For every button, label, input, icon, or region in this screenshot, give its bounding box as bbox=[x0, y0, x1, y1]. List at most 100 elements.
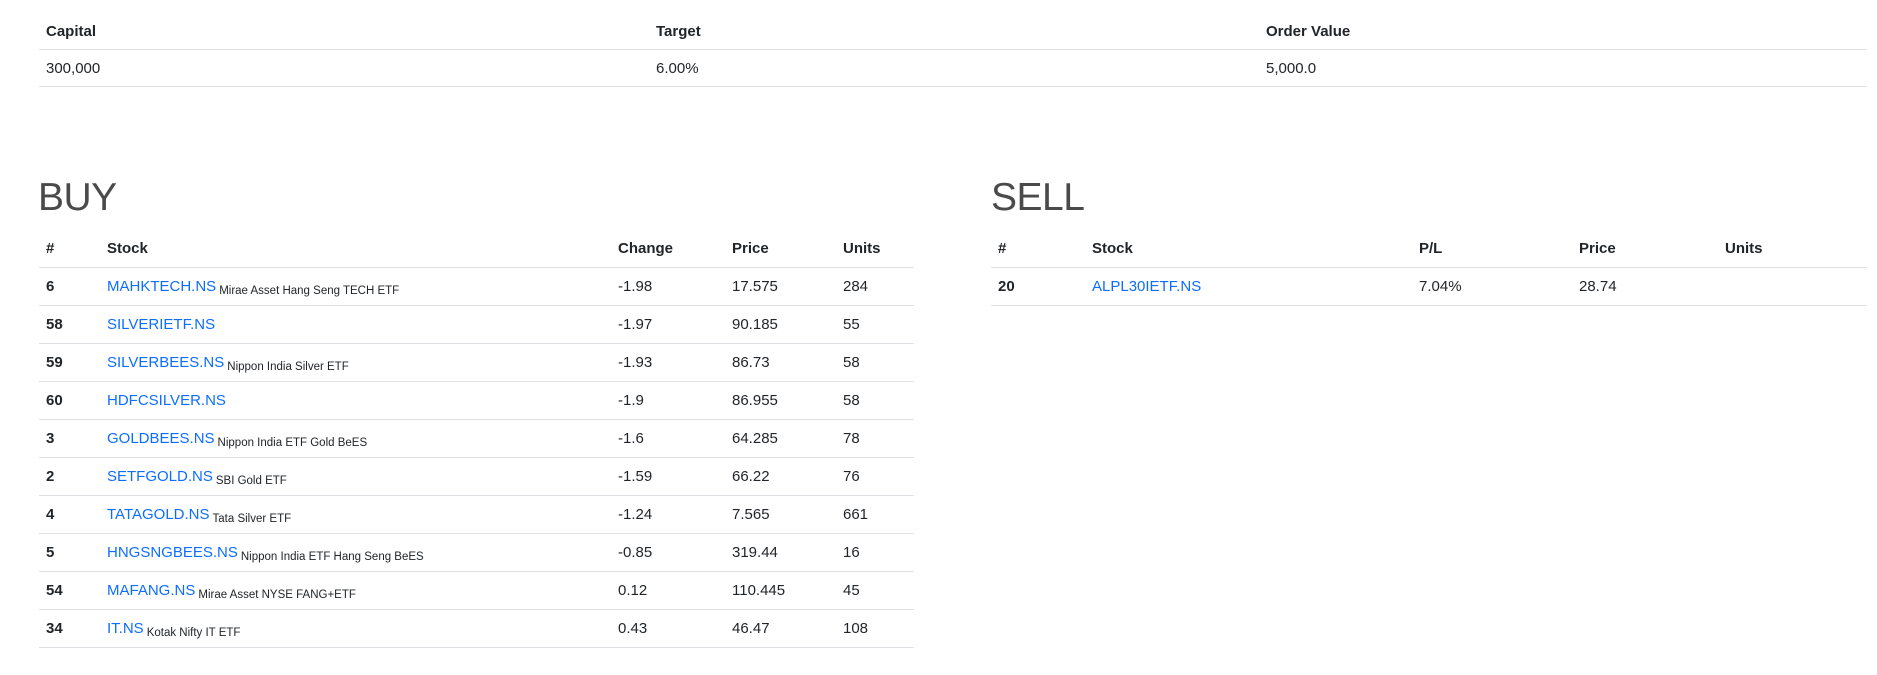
buy-row-num: 58 bbox=[39, 305, 100, 344]
buy-row-units: 16 bbox=[836, 533, 914, 572]
sell-row-price: 28.74 bbox=[1572, 267, 1718, 306]
buy-row-stock: GOLDBEES.NS Nippon India ETF Gold BeES bbox=[100, 419, 611, 458]
buy-header-row: # Stock Change Price Units bbox=[39, 230, 914, 268]
sell-row: 20 ALPL30IETF.NS 7.04% 28.74 bbox=[991, 267, 1867, 306]
buy-row-price: 7.565 bbox=[725, 495, 836, 534]
capital-header: Capital bbox=[39, 13, 649, 50]
buy-stock-header: Stock bbox=[100, 230, 611, 268]
buy-row: 54 MAFANG.NS Mirae Asset NYSE FANG+ETF 0.… bbox=[39, 571, 914, 610]
buy-row-units: 76 bbox=[836, 457, 914, 496]
buy-row-price: 110.445 bbox=[725, 571, 836, 610]
buy-row-change: -1.98 bbox=[611, 267, 725, 306]
buy-row-stock: SILVERBEES.NS Nippon India Silver ETF bbox=[100, 343, 611, 382]
buy-row-change: -1.24 bbox=[611, 495, 725, 534]
order-value-value: 5,000.0 bbox=[1259, 49, 1867, 87]
buy-row-price: 86.955 bbox=[725, 381, 836, 420]
buy-row-stock: MAFANG.NS Mirae Asset NYSE FANG+ETF bbox=[100, 571, 611, 610]
buy-row: 5 HNGSNGBEES.NS Nippon India ETF Hang Sen… bbox=[39, 533, 914, 572]
summary-header-row: Capital Target Order Value bbox=[39, 13, 1867, 50]
sell-row-num: 20 bbox=[991, 267, 1085, 306]
buy-row-num: 4 bbox=[39, 495, 100, 534]
buy-row-price: 46.47 bbox=[725, 609, 836, 648]
buy-row-change: -0.85 bbox=[611, 533, 725, 572]
buy-row-price: 64.285 bbox=[725, 419, 836, 458]
buy-row-units: 58 bbox=[836, 343, 914, 382]
stock-link[interactable]: MAHKTECH.NS bbox=[107, 278, 216, 295]
sell-units-header: Units bbox=[1718, 230, 1867, 268]
buy-units-header: Units bbox=[836, 230, 914, 268]
stock-link[interactable]: ALPL30IETF.NS bbox=[1092, 278, 1201, 295]
buy-row-change: -1.6 bbox=[611, 419, 725, 458]
buy-row-units: 78 bbox=[836, 419, 914, 458]
buy-row-units: 661 bbox=[836, 495, 914, 534]
buy-row-change: 0.43 bbox=[611, 609, 725, 648]
buy-row-num: 60 bbox=[39, 381, 100, 420]
buy-row: 58 SILVERIETF.NS -1.97 90.185 55 bbox=[39, 305, 914, 344]
stock-name: Nippon India Silver ETF bbox=[227, 361, 349, 373]
buy-row-num: 34 bbox=[39, 609, 100, 648]
buy-row: 34 IT.NS Kotak Nifty IT ETF 0.43 46.47 10… bbox=[39, 609, 914, 648]
sell-price-header: Price bbox=[1572, 230, 1718, 268]
buy-row-units: 108 bbox=[836, 609, 914, 648]
buy-row: 60 HDFCSILVER.NS -1.9 86.955 58 bbox=[39, 381, 914, 420]
stock-link[interactable]: TATAGOLD.NS bbox=[107, 506, 210, 523]
stock-link[interactable]: HNGSNGBEES.NS bbox=[107, 544, 238, 561]
buy-row-num: 3 bbox=[39, 419, 100, 458]
stock-name: SBI Gold ETF bbox=[215, 475, 287, 487]
buy-row-num: 59 bbox=[39, 343, 100, 382]
stock-link[interactable]: GOLDBEES.NS bbox=[107, 430, 215, 447]
buy-section-title: BUY bbox=[38, 176, 117, 219]
stock-name: Mirae Asset NYSE FANG+ETF bbox=[198, 589, 356, 601]
buy-row-num: 2 bbox=[39, 457, 100, 496]
buy-row-num: 54 bbox=[39, 571, 100, 610]
buy-change-header: Change bbox=[611, 230, 725, 268]
sell-row-stock: ALPL30IETF.NS bbox=[1085, 267, 1412, 306]
sell-stock-header: Stock bbox=[1085, 230, 1412, 268]
buy-row-units: 58 bbox=[836, 381, 914, 420]
capital-value: 300,000 bbox=[39, 49, 649, 87]
buy-row-stock: TATAGOLD.NS Tata Silver ETF bbox=[100, 495, 611, 534]
stock-name: Nippon India ETF Gold BeES bbox=[217, 437, 368, 449]
buy-row-units: 55 bbox=[836, 305, 914, 344]
buy-row-num: 5 bbox=[39, 533, 100, 572]
buy-row-price: 90.185 bbox=[725, 305, 836, 344]
sell-row-pl: 7.04% bbox=[1412, 267, 1572, 306]
buy-row-change: -1.97 bbox=[611, 305, 725, 344]
buy-row-stock: IT.NS Kotak Nifty IT ETF bbox=[100, 609, 611, 648]
sell-header-row: # Stock P/L Price Units bbox=[991, 230, 1867, 268]
buy-row-price: 319.44 bbox=[725, 533, 836, 572]
buy-row-stock: HNGSNGBEES.NS Nippon India ETF Hang Seng … bbox=[100, 533, 611, 572]
buy-row-units: 284 bbox=[836, 267, 914, 306]
buy-row: 3 GOLDBEES.NS Nippon India ETF Gold BeES … bbox=[39, 419, 914, 458]
stock-name: Tata Silver ETF bbox=[212, 513, 292, 525]
buy-row-num: 6 bbox=[39, 267, 100, 306]
sell-table: # Stock P/L Price Units 20 ALPL30IETF.NS… bbox=[991, 230, 1867, 306]
buy-num-header: # bbox=[39, 230, 100, 268]
buy-row-change: -1.59 bbox=[611, 457, 725, 496]
buy-row-stock: SETFGOLD.NS SBI Gold ETF bbox=[100, 457, 611, 496]
stock-link[interactable]: SILVERBEES.NS bbox=[107, 354, 224, 371]
buy-row-price: 86.73 bbox=[725, 343, 836, 382]
buy-price-header: Price bbox=[725, 230, 836, 268]
stock-link[interactable]: MAFANG.NS bbox=[107, 582, 195, 599]
sell-row-units bbox=[1718, 267, 1867, 306]
sell-num-header: # bbox=[991, 230, 1085, 268]
stock-name: Nippon India ETF Hang Seng BeES bbox=[240, 551, 424, 563]
stock-link[interactable]: HDFCSILVER.NS bbox=[107, 392, 226, 409]
buy-row-stock: HDFCSILVER.NS bbox=[100, 381, 611, 420]
buy-row: 6 MAHKTECH.NS Mirae Asset Hang Seng TECH … bbox=[39, 267, 914, 306]
buy-row-price: 17.575 bbox=[725, 267, 836, 306]
buy-row-stock: SILVERIETF.NS bbox=[100, 305, 611, 344]
buy-table: # Stock Change Price Units 6 MAHKTECH.NS… bbox=[39, 230, 914, 648]
stock-link[interactable]: SETFGOLD.NS bbox=[107, 468, 213, 485]
summary-values-row: 300,000 6.00% 5,000.0 bbox=[39, 49, 1867, 87]
order-value-header: Order Value bbox=[1259, 13, 1867, 50]
buy-row: 4 TATAGOLD.NS Tata Silver ETF -1.24 7.565… bbox=[39, 495, 914, 534]
stock-name: Mirae Asset Hang Seng TECH ETF bbox=[219, 285, 400, 297]
stock-link[interactable]: SILVERIETF.NS bbox=[107, 316, 215, 333]
buy-row-change: -1.9 bbox=[611, 381, 725, 420]
buy-row-change: -1.93 bbox=[611, 343, 725, 382]
stock-link[interactable]: IT.NS bbox=[107, 620, 144, 637]
stock-name: Kotak Nifty IT ETF bbox=[146, 627, 241, 639]
buy-row-stock: MAHKTECH.NS Mirae Asset Hang Seng TECH ET… bbox=[100, 267, 611, 306]
